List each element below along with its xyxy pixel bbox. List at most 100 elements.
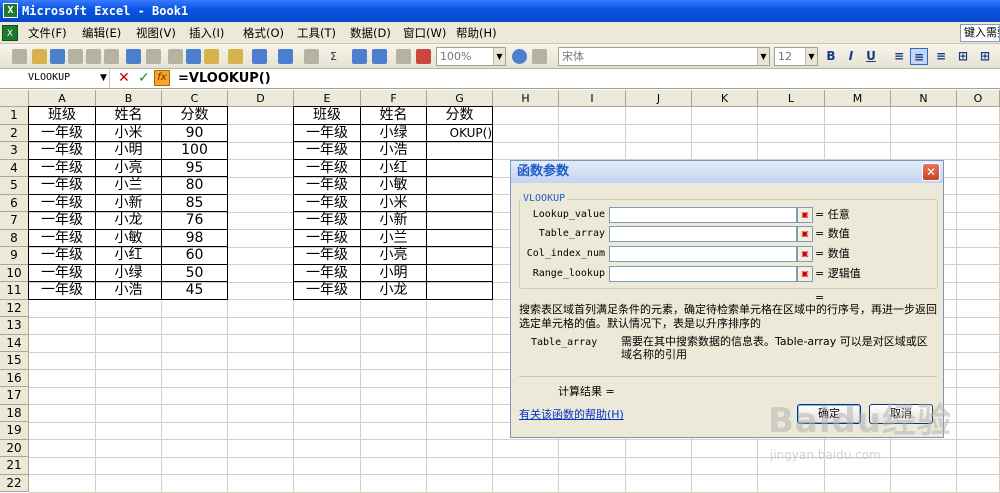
italic-button[interactable]: I	[842, 48, 860, 65]
table-cell[interactable]: 小红	[96, 247, 161, 265]
row-header-16[interactable]: 16	[0, 369, 29, 387]
column-header-i[interactable]: I	[559, 90, 626, 107]
column-header-d[interactable]: D	[228, 90, 294, 107]
help-search-box[interactable]: 键入需要	[960, 24, 1000, 42]
undo-icon[interactable]	[252, 49, 267, 64]
bold-button[interactable]: B	[822, 48, 840, 65]
chevron-down-icon[interactable]: ▼	[100, 73, 107, 83]
table-cell[interactable]: 小敏	[361, 177, 426, 195]
table-cell[interactable]	[427, 177, 492, 195]
new-icon[interactable]	[12, 49, 27, 64]
row-header-1[interactable]: 1	[0, 107, 29, 125]
table-cell[interactable]: 小绿	[96, 265, 161, 283]
menu-format[interactable]: 格式(O)	[243, 25, 284, 41]
spelling-icon[interactable]	[126, 49, 141, 64]
table-cell[interactable]: 一年级	[294, 212, 360, 230]
row-header-13[interactable]: 13	[0, 317, 29, 335]
save-icon[interactable]	[50, 49, 65, 64]
table-cell[interactable]	[427, 247, 492, 265]
table-cell[interactable]: 小新	[361, 212, 426, 230]
table-header-cell[interactable]: 分数	[162, 107, 227, 125]
row-header-6[interactable]: 6	[0, 194, 29, 212]
help-icon[interactable]	[512, 49, 527, 64]
table-cell[interactable]: 一年级	[294, 142, 360, 160]
table-cell[interactable]: 一年级	[294, 282, 360, 300]
table-cell[interactable]: 一年级	[29, 247, 95, 265]
currency-icon[interactable]: ⊞	[976, 48, 994, 65]
table-cell[interactable]: 一年级	[294, 160, 360, 178]
drawing-icon[interactable]	[416, 49, 431, 64]
row-header-9[interactable]: 9	[0, 247, 29, 265]
table-cell[interactable]	[427, 265, 492, 283]
table-cell[interactable]: 一年级	[294, 125, 360, 143]
table-cell[interactable]: 45	[162, 282, 227, 300]
table-cell[interactable]: 80	[162, 177, 227, 195]
autosum-icon[interactable]: Σ	[326, 49, 341, 64]
table-cell[interactable]: 一年级	[29, 195, 95, 213]
collapse-dialog-icon[interactable]: ▣	[797, 207, 813, 223]
collapse-dialog-icon[interactable]: ▣	[797, 226, 813, 242]
column-header-g[interactable]: G	[427, 90, 493, 107]
column-header-m[interactable]: M	[825, 90, 891, 107]
table-cell[interactable]: 小龙	[361, 282, 426, 300]
table-cell[interactable]: 95	[162, 160, 227, 178]
table-cell[interactable]: 一年级	[294, 265, 360, 283]
table-cell[interactable]: 一年级	[294, 230, 360, 248]
cut-icon[interactable]	[168, 49, 183, 64]
column-header-e[interactable]: E	[294, 90, 361, 107]
table-cell[interactable]	[427, 282, 492, 300]
chevron-down-icon[interactable]: ▼	[757, 48, 769, 65]
table-cell[interactable]: 一年级	[29, 125, 95, 143]
table-cell[interactable]	[427, 160, 492, 178]
chevron-down-icon[interactable]: ▼	[805, 48, 817, 65]
column-header-o[interactable]: O	[957, 90, 1000, 107]
table-cell[interactable]: 小明	[96, 142, 161, 160]
underline-button[interactable]: U	[862, 48, 880, 65]
range-lookup-input[interactable]	[609, 266, 797, 282]
function-help-link[interactable]: 有关该函数的帮助(H)	[519, 406, 624, 422]
table-cell[interactable]	[427, 195, 492, 213]
row-header-11[interactable]: 11	[0, 282, 29, 300]
name-box[interactable]: VLOOKUP	[0, 69, 110, 88]
table-cell[interactable]: 一年级	[29, 142, 95, 160]
zoom-combo[interactable]: 100% ▼	[436, 47, 506, 66]
table-cell[interactable]: 一年级	[29, 212, 95, 230]
menu-insert[interactable]: 插入(I)	[189, 25, 224, 41]
research-icon[interactable]	[146, 49, 161, 64]
column-header-b[interactable]: B	[96, 90, 162, 107]
menu-tools[interactable]: 工具(T)	[297, 25, 336, 41]
menu-view[interactable]: 视图(V)	[136, 25, 176, 41]
row-header-22[interactable]: 22	[0, 474, 29, 492]
collapse-dialog-icon[interactable]: ▣	[797, 266, 813, 282]
close-icon[interactable]: ✕	[922, 163, 940, 181]
merge-center-icon[interactable]: ⊞	[954, 48, 972, 65]
column-header-n[interactable]: N	[891, 90, 957, 107]
menu-file[interactable]: 文件(F)	[28, 25, 67, 41]
table-cell[interactable]: 小红	[361, 160, 426, 178]
table-cell[interactable]: 一年级	[29, 282, 95, 300]
row-header-7[interactable]: 7	[0, 212, 29, 230]
menu-help[interactable]: 帮助(H)	[456, 25, 497, 41]
permission-icon[interactable]	[68, 49, 83, 64]
table-cell[interactable]: 小浩	[96, 282, 161, 300]
table-header-cell[interactable]: 分数	[427, 107, 492, 125]
formula-input[interactable]: =VLOOKUP()	[178, 69, 271, 88]
column-header-c[interactable]: C	[162, 90, 228, 107]
chart-wizard-icon[interactable]	[396, 49, 411, 64]
open-icon[interactable]	[32, 49, 47, 64]
table-cell[interactable]: 60	[162, 247, 227, 265]
menu-edit[interactable]: 编辑(E)	[82, 25, 121, 41]
table-cell[interactable]: 85	[162, 195, 227, 213]
format-painter-icon[interactable]	[228, 49, 243, 64]
table-header-cell[interactable]: 班级	[29, 107, 95, 125]
column-header-j[interactable]: J	[626, 90, 692, 107]
column-header-l[interactable]: L	[758, 90, 825, 107]
row-header-19[interactable]: 19	[0, 422, 29, 440]
table-header-cell[interactable]: 姓名	[96, 107, 161, 125]
table-cell[interactable]: 小亮	[96, 160, 161, 178]
row-header-12[interactable]: 12	[0, 299, 29, 317]
table-cell[interactable]: 90	[162, 125, 227, 143]
select-all-corner[interactable]	[0, 90, 29, 107]
table-cell[interactable]: 小新	[96, 195, 161, 213]
chevron-down-icon[interactable]: ▼	[493, 48, 505, 65]
